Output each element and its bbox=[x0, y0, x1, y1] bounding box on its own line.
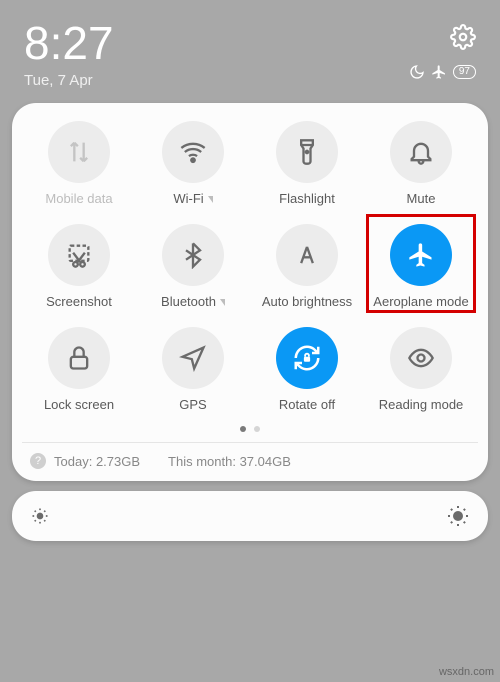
tile-rotate-off[interactable]: Rotate off bbox=[250, 327, 364, 412]
auto-brightness-icon bbox=[276, 224, 338, 286]
tile-screenshot[interactable]: Screenshot bbox=[22, 224, 136, 309]
source-watermark: wsxdn.com bbox=[439, 666, 494, 678]
location-icon bbox=[162, 327, 224, 389]
tile-label: Aeroplane mode bbox=[373, 294, 468, 309]
chevron-down-icon bbox=[220, 299, 225, 306]
brightness-low-icon bbox=[30, 506, 50, 526]
quick-settings-panel: Mobile data Wi-Fi Flashlight Mute Screen bbox=[12, 103, 488, 481]
clock-date: Tue, 7 Apr bbox=[24, 72, 114, 89]
time-block: 8:27 Tue, 7 Apr bbox=[24, 20, 114, 89]
mobile-data-icon bbox=[48, 121, 110, 183]
tile-mobile-data[interactable]: Mobile data bbox=[22, 121, 136, 206]
lock-icon bbox=[48, 327, 110, 389]
data-today: Today: 2.73GB bbox=[54, 454, 140, 469]
airplane-status-icon bbox=[431, 64, 447, 80]
tile-label: Bluetooth bbox=[161, 294, 225, 309]
data-usage-bar[interactable]: ? Today: 2.73GB This month: 37.04GB bbox=[22, 442, 478, 469]
tile-label: Wi-Fi bbox=[173, 191, 212, 206]
page-indicator bbox=[22, 426, 478, 432]
eye-icon bbox=[390, 327, 452, 389]
tile-mute[interactable]: Mute bbox=[364, 121, 478, 206]
tile-label: GPS bbox=[179, 397, 206, 412]
bell-icon bbox=[390, 121, 452, 183]
brightness-slider[interactable] bbox=[12, 491, 488, 541]
battery-indicator: 97 bbox=[453, 65, 476, 79]
tile-lock-screen[interactable]: Lock screen bbox=[22, 327, 136, 412]
tile-label: Mute bbox=[407, 191, 436, 206]
data-month: This month: 37.04GB bbox=[168, 454, 291, 469]
scissors-icon bbox=[48, 224, 110, 286]
tile-aeroplane-mode[interactable]: Aeroplane mode bbox=[364, 224, 478, 309]
info-icon: ? bbox=[30, 453, 46, 469]
tiles-grid: Mobile data Wi-Fi Flashlight Mute Screen bbox=[22, 121, 478, 412]
flashlight-icon bbox=[276, 121, 338, 183]
tile-label: Mobile data bbox=[45, 191, 112, 206]
wifi-icon bbox=[162, 121, 224, 183]
tile-label: Lock screen bbox=[44, 397, 114, 412]
dot-active bbox=[240, 426, 246, 432]
header-right: 97 bbox=[409, 20, 476, 80]
chevron-down-icon bbox=[208, 196, 213, 203]
dot-inactive bbox=[254, 426, 260, 432]
status-header: 8:27 Tue, 7 Apr 97 bbox=[0, 0, 500, 99]
dnd-icon bbox=[409, 64, 425, 80]
tile-reading-mode[interactable]: Reading mode bbox=[364, 327, 478, 412]
clock-time: 8:27 bbox=[24, 20, 114, 66]
tile-label: Reading mode bbox=[379, 397, 464, 412]
tile-label: Rotate off bbox=[279, 397, 335, 412]
tile-wifi[interactable]: Wi-Fi bbox=[136, 121, 250, 206]
bluetooth-icon bbox=[162, 224, 224, 286]
tile-flashlight[interactable]: Flashlight bbox=[250, 121, 364, 206]
tile-label: Screenshot bbox=[46, 294, 112, 309]
settings-icon[interactable] bbox=[450, 24, 476, 50]
status-bar-icons: 97 bbox=[409, 64, 476, 80]
rotate-lock-icon bbox=[276, 327, 338, 389]
tile-label: Flashlight bbox=[279, 191, 335, 206]
tile-auto-brightness[interactable]: Auto brightness bbox=[250, 224, 364, 309]
tile-label: Auto brightness bbox=[262, 294, 352, 309]
brightness-high-icon bbox=[446, 504, 470, 528]
tile-bluetooth[interactable]: Bluetooth bbox=[136, 224, 250, 309]
tile-gps[interactable]: GPS bbox=[136, 327, 250, 412]
airplane-icon bbox=[390, 224, 452, 286]
